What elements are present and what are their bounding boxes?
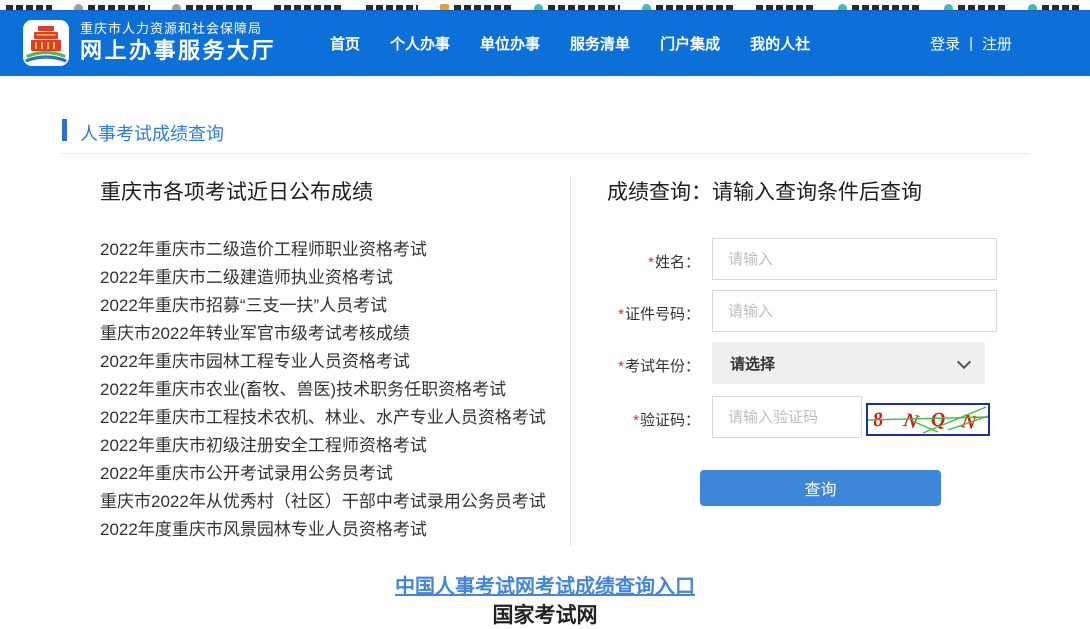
bookmark-item[interactable] [838,0,922,10]
nav-item-services[interactable]: 服务清单 [570,33,630,54]
nav-item-portal[interactable]: 门户集成 [660,33,720,54]
page-title: 人事考试成绩查询 [80,120,224,146]
site-name: 网上办事服务大厅 [80,37,276,65]
exam-list-item[interactable]: 2022年重庆市公开考试录用公务员考试 [100,460,546,488]
bookmark-item[interactable] [440,0,512,10]
exam-year-label: *考试年份： [618,355,700,376]
svg-text:N: N [901,409,922,434]
title-divider [60,153,1030,154]
name-label: *姓名： [648,251,700,272]
site-header: 重庆市人力资源和社会保障局 网上办事服务大厅 首页 个人办事 单位办事 服务清单… [0,10,1090,76]
site-brand[interactable]: 重庆市人力资源和社会保障局 网上办事服务大厅 [22,19,276,67]
exam-year-select[interactable]: 请选择 [712,342,985,384]
captcha-image[interactable]: 8 N Q N [866,403,990,436]
captcha-input[interactable] [712,396,862,438]
chevron-down-icon [957,355,971,369]
exam-list-item[interactable]: 重庆市2022年从优秀村（社区）干部中考试录用公务员考试 [100,488,546,516]
exam-list-item[interactable]: 2022年重庆市农业(畜牧、兽医)技术职务任职资格考试 [100,376,546,404]
bookmark-item[interactable] [366,0,418,10]
register-link[interactable]: 注册 [982,33,1012,54]
required-mark: * [618,358,624,375]
query-submit-button[interactable]: 查询 [700,470,941,506]
clipped-footer-text: 国家考试网 [0,599,1090,629]
nav-item-personal[interactable]: 个人办事 [390,33,450,54]
svg-text:Q: Q [930,408,946,431]
bookmark-item[interactable] [642,0,734,10]
bookmarks-bar [0,0,1090,10]
id-number-label: *证件号码： [618,303,700,324]
required-mark: * [648,254,654,271]
bookmark-item[interactable] [172,0,252,10]
auth-divider: | [969,35,973,52]
bookmark-item[interactable] [944,0,1006,10]
captcha-label: *验证码： [633,409,700,430]
main-nav: 首页 个人办事 单位办事 服务清单 门户集成 我的人社 [330,11,810,76]
auth-links: 登录 | 注册 [930,11,1012,76]
exam-list-item[interactable]: 2022年重庆市二级造价工程师职业资格考试 [100,236,546,264]
exam-year-select-value: 请选择 [730,353,775,374]
exam-list-item[interactable]: 重庆市2022年转业军官市级考试考核成绩 [100,320,546,348]
panel-divider [570,176,571,546]
nav-item-company[interactable]: 单位办事 [480,33,540,54]
query-form-heading: 成绩查询：请输入查询条件后查询 [607,176,922,206]
china-exam-site-link[interactable]: 中国人事考试网考试成绩查询入口 [395,576,695,598]
exam-list-item[interactable]: 2022年度重庆市风景园林专业人员资格考试 [100,516,546,544]
bookmark-item[interactable] [74,0,150,10]
nav-item-mine[interactable]: 我的人社 [750,33,810,54]
page-title-accent-bar [62,119,67,141]
required-mark: * [618,306,624,323]
exam-list-item[interactable]: 2022年重庆市工程技术农机、林业、水产专业人员资格考试 [100,404,546,432]
recent-results-heading: 重庆市各项考试近日公布成绩 [100,176,373,206]
required-mark: * [633,412,639,429]
bookmark-item[interactable] [274,0,344,10]
org-name: 重庆市人力资源和社会保障局 [80,21,276,37]
id-number-input[interactable] [712,290,997,332]
exam-list: 2022年重庆市二级造价工程师职业资格考试2022年重庆市二级建造师执业资格考试… [100,236,546,544]
bookmark-item[interactable] [534,0,620,10]
bookmark-item[interactable] [1028,0,1082,10]
exam-list-item[interactable]: 2022年重庆市初级注册安全工程师资格考试 [100,432,546,460]
bookmark-item[interactable] [6,0,52,10]
exam-list-item[interactable]: 2022年重庆市二级建造师执业资格考试 [100,264,546,292]
nav-item-home[interactable]: 首页 [330,33,360,54]
bookmark-item[interactable] [756,0,816,10]
name-input[interactable] [712,238,997,280]
site-logo-icon [22,19,70,67]
login-link[interactable]: 登录 [930,33,960,54]
exam-list-item[interactable]: 2022年重庆市招募“三支一扶”人员考试 [100,292,546,320]
exam-list-item[interactable]: 2022年重庆市园林工程专业人员资格考试 [100,348,546,376]
